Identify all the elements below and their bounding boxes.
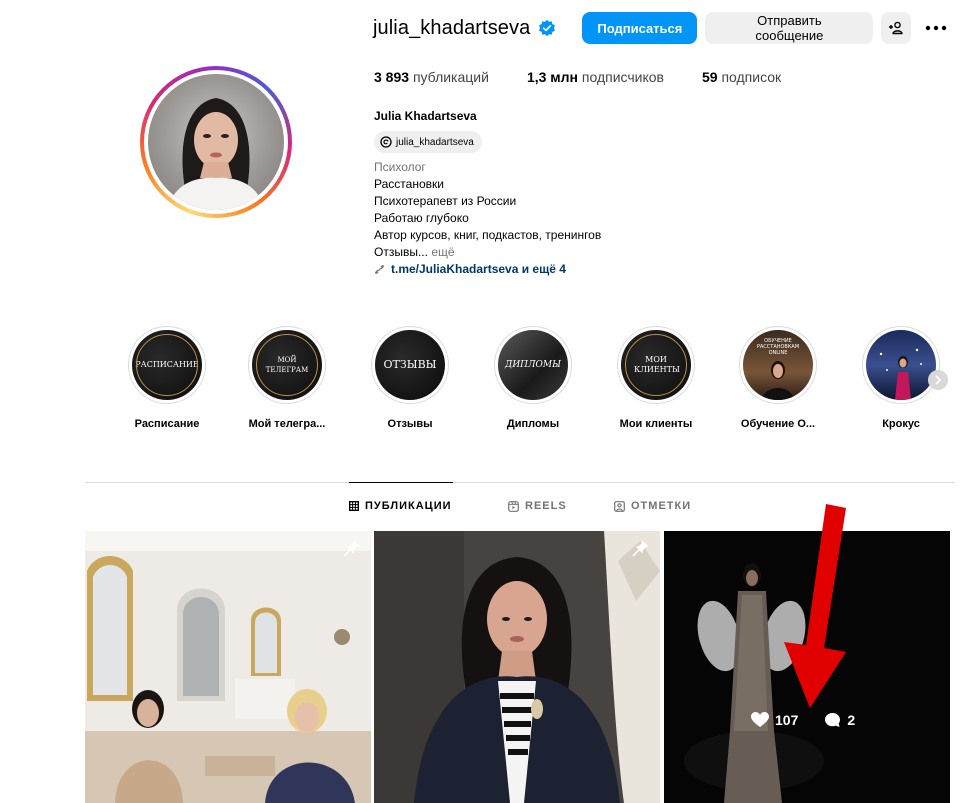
highlights-next-button[interactable] [928,370,948,390]
highlight-telegram[interactable]: МОЙ ТЕЛЕГРАМ Мой телегра... [232,326,342,430]
full-name: Julia Khadartseva [374,109,477,123]
tab-posts[interactable]: ПУБЛИКАЦИИ [349,500,452,512]
verified-badge-icon [539,19,556,37]
post-image [374,531,660,803]
bio-line: Автор курсов, книг, подкастов, тренингов [374,228,602,242]
comment-count: 2 [824,712,855,728]
highlight-diplomas[interactable]: ДИПЛОМЫ Дипломы [478,326,588,430]
send-message-button[interactable]: Отправить сообщение [705,12,874,44]
profile-header: julia_khadartseva Подписаться Отправить … [373,12,949,44]
bio-line: Отзывы... ещё [374,245,455,259]
bio-line: Расстановки [374,177,444,191]
highlight-cover [866,330,936,400]
link-icon [375,265,384,274]
highlight-schedule[interactable]: РАСПИСАНИЕ Расписание [112,326,222,430]
profile-bio: Julia Khadartseva julia_khadartseva Псих… [374,108,601,278]
like-count: 107 [751,712,798,728]
highlight-clients[interactable]: МОИ КЛИЕНТЫ Мои клиенты [601,326,711,430]
highlight-training[interactable]: ОБУЧЕНИЕ РАССТАНОВКАМ ONLINE Обучение О.… [723,326,833,430]
comment-icon [825,713,841,727]
highlight-reviews[interactable]: ОТЗЫВЫ Отзывы [355,326,465,430]
username: julia_khadartseva [373,16,531,39]
pinned-icon [343,540,360,557]
tabs-divider [85,482,955,483]
grid-icon [349,501,359,511]
bio-link[interactable]: t.me/JuliaKhadartseva и ещё 4 [374,261,601,278]
follow-button[interactable]: Подписаться [582,12,698,44]
bio-line: Психотерапевт из России [374,194,517,208]
highlight-cover: МОЙ ТЕЛЕГРАМ [252,330,322,400]
highlight-cover: ДИПЛОМЫ [498,330,568,400]
highlight-cover: ОБУЧЕНИЕ РАССТАНОВКАМ ONLINE [743,330,813,400]
threads-badge[interactable]: julia_khadartseva [374,131,482,153]
highlight-cover: МОИ КЛИЕНТЫ [621,330,691,400]
suggested-accounts-button[interactable] [881,12,912,44]
person-add-icon [889,21,904,35]
bio-more-link[interactable]: ещё [431,245,454,259]
post-thumbnail[interactable] [85,531,371,803]
profile-stats: 3 893 публикаций 1,3 млн подписчиков 59 … [374,69,819,85]
followers-count[interactable]: 1,3 млн подписчиков [527,69,664,85]
avatar-photo [148,74,284,210]
post-image [85,531,371,803]
tab-tagged[interactable]: ОТМЕТКИ [614,500,691,512]
bio-category: Психолог [374,160,426,174]
chevron-right-icon [935,375,942,385]
highlight-cover: РАСПИСАНИЕ [132,330,202,400]
tagged-icon [614,500,625,512]
highlight-cover: ОТЗЫВЫ [375,330,445,400]
profile-avatar[interactable] [140,66,292,218]
heart-icon [751,712,769,727]
posts-count: 3 893 публикаций [374,69,489,85]
following-count[interactable]: 59 подписок [702,69,781,85]
threads-icon [380,136,392,148]
post-thumbnail[interactable] [374,531,660,803]
bio-line: Работаю глубоко [374,211,469,225]
active-tab-indicator [349,482,453,483]
annotation-arrow-icon [784,504,846,708]
more-horizontal-icon [926,25,947,31]
more-options-button[interactable] [923,12,949,44]
post-hover-stats: 107 2 [751,712,881,728]
pinned-icon [632,540,649,557]
tab-reels[interactable]: REELS [508,500,567,512]
reels-icon [508,500,519,512]
